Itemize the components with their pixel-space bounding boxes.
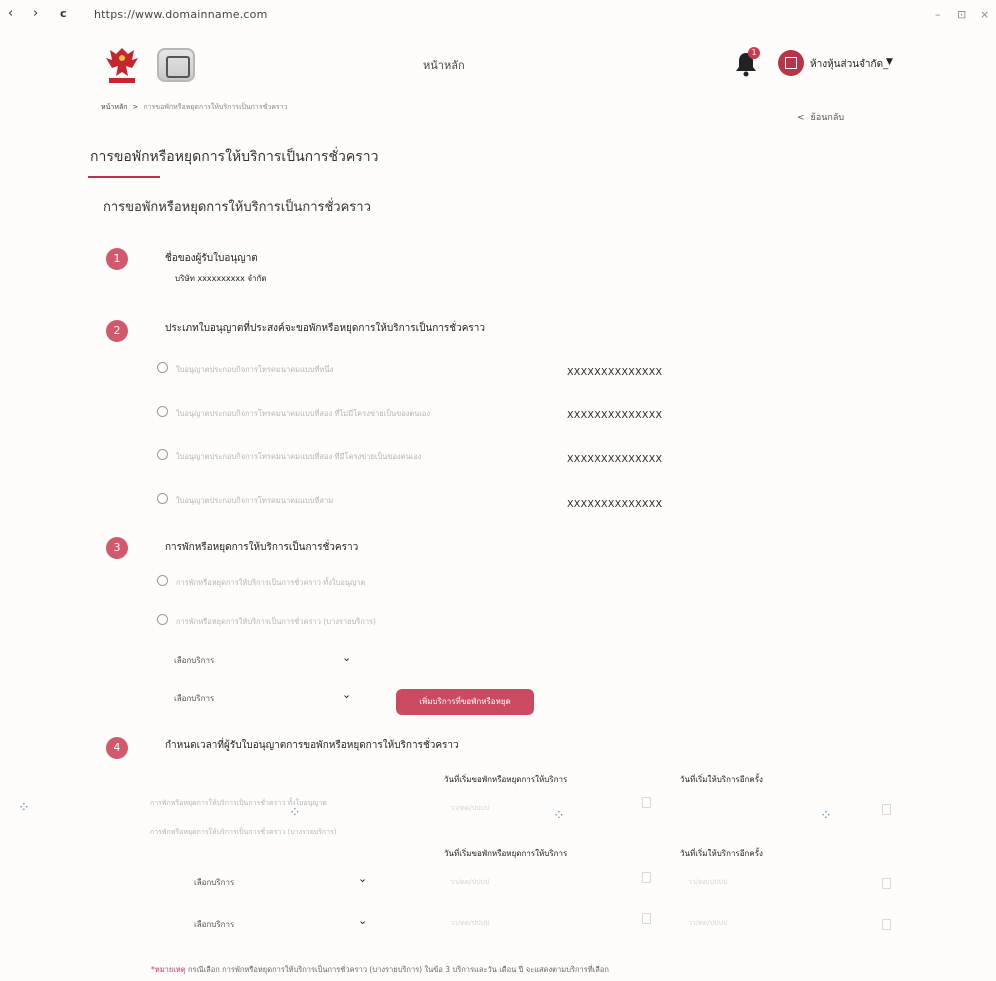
step-1-title: ชื่อของผู้รับใบอนุญาต [165,253,258,264]
license-type-3-code: XXXXXXXXXXXXXX [567,454,663,465]
browser-forward-button[interactable]: › [33,6,38,21]
close-window-button[interactable]: × [980,8,989,21]
resume-date-header: วันที่เริ่มให้บริการอีกครั้ง [680,775,763,784]
notification-badge: 1 [748,47,760,59]
suspend-whole-license-radio[interactable] [157,575,168,586]
breadcrumb-current: การขอพักหรือหยุดการให้บริการเป็นการชั่วค… [143,103,288,111]
license-type-2-code: XXXXXXXXXXXXXX [567,410,663,421]
service-select-3[interactable]: เลือกบริการ [194,876,234,889]
suspend-some-services-label: การพักหรือหยุดการให้บริการเป็นการชั่วครา… [176,617,376,626]
resume-date-input-2[interactable]: วว/ดด/ปปปป [688,877,727,888]
license-type-2-label: ใบอนุญาตประกอบกิจการโทรคมนาคมแบบที่สอง ท… [176,409,431,418]
back-link[interactable]: < ย้อนกลับ [797,110,844,124]
step-3-badge: 3 [106,537,128,559]
license-type-2-radio[interactable] [157,406,168,417]
resume-date-header: วันที่เริ่มให้บริการอีกครั้ง [680,849,763,858]
license-type-3-label: ใบอนุญาตประกอบกิจการโทรคมนาคมแบบที่สอง ท… [176,452,422,461]
footnote-marker: *หมายเหตุ [151,965,186,974]
license-type-4-code: XXXXXXXXXXXXXX [567,499,663,510]
add-service-button[interactable]: เพิ่มบริการที่ขอพักหรือหยุด [396,689,534,715]
step-4-title: กำหนดเวลาที่ผู้รับใบอนุญาตการขอพักหรือหย… [165,740,459,751]
service-select-2[interactable]: เลือกบริการ [174,692,214,705]
step-2-title: ประเภทใบอนุญาตที่ประสงค์จะขอพักหรือหยุดก… [165,323,485,334]
calendar-icon[interactable] [882,878,891,889]
breadcrumb-separator: > [132,103,139,111]
start-date-header: วันที่เริ่มขอพักหรือหยุดการให้บริการ [444,775,568,784]
browser-back-button[interactable]: ‹ [8,6,13,21]
start-date-header: วันที่เริ่มขอพักหรือหยุดการให้บริการ [444,849,568,858]
chevron-left-icon: < [797,113,805,123]
loading-icon: ⁘ [820,808,832,824]
start-date-input-1[interactable]: วว/ดด/ปปปป [450,803,489,814]
resume-date-input-3[interactable]: วว/ดด/ปปปป [688,918,727,929]
step-4-badge: 4 [106,737,128,759]
chevron-down-icon[interactable]: ⌄ [358,914,367,927]
license-type-1-radio[interactable] [157,362,168,373]
calendar-icon[interactable] [882,919,891,930]
title-underline [88,176,160,178]
page-title: การขอพักหรือหยุดการให้บริการเป็นการชั่วค… [90,149,379,165]
browser-reload-button[interactable]: c [60,7,67,20]
service-select-4[interactable]: เลือกบริการ [194,918,234,931]
maximize-button[interactable]: ⊡ [957,8,966,21]
section-title: การขอพักหรือหยุดการให้บริการเป็นการชั่วค… [103,200,371,215]
garuda-emblem-logo [106,48,138,83]
minimize-button[interactable]: – [935,8,941,21]
license-type-1-code: XXXXXXXXXXXXXX [567,367,663,378]
back-label: ย้อนกลับ [810,113,845,123]
start-date-input-2[interactable]: วว/ดด/ปปปป [450,877,489,888]
license-type-4-label: ใบอนุญาตประกอบกิจการโทรคมนาคมแบบที่สาม [176,496,334,505]
calendar-icon[interactable] [882,804,891,815]
licensee-name-value: บริษัท xxxxxxxxxx จำกัด [175,274,267,283]
calendar-icon[interactable] [642,913,651,924]
chevron-down-icon[interactable]: ⌄ [358,872,367,885]
chevron-down-icon[interactable]: ⌄ [342,651,351,664]
start-date-input-3[interactable]: วว/ดด/ปปปป [450,918,489,929]
service-select-1[interactable]: เลือกบริการ [174,654,214,667]
license-type-1-label: ใบอนุญาตประกอบกิจการโทรคมนาคมแบบที่หนึ่ง [176,365,334,374]
calendar-icon[interactable] [642,797,651,808]
agency-logo [157,48,195,82]
caret-down-icon[interactable]: ▼ [886,57,893,67]
chevron-down-icon[interactable]: ⌄ [342,688,351,701]
license-type-3-radio[interactable] [157,449,168,460]
loading-icon: ⁘ [553,808,565,824]
footnote-text: กรณีเลือก การพักหรือหยุดการให้บริการเป็น… [185,965,609,974]
license-type-4-radio[interactable] [157,493,168,504]
breadcrumb: หน้าหลัก > การขอพักหรือหยุดการให้บริการเป็… [101,102,288,113]
suspend-some-services-radio[interactable] [157,614,168,625]
step-3-title: การพักหรือหยุดการให้บริการเป็นการชั่วครา… [165,542,359,553]
partial-services-row-label: การพักหรือหยุดการให้บริการเป็นการชั่วครา… [150,828,337,836]
breadcrumb-home[interactable]: หน้าหลัก [101,103,127,111]
calendar-icon[interactable] [642,872,651,883]
avatar[interactable] [778,50,804,76]
building-icon [785,57,797,69]
suspend-whole-license-label: การพักหรือหยุดการให้บริการเป็นการชั่วครา… [176,578,366,587]
footnote: *หมายเหตุ กรณีเลือก การพักหรือหยุดการให้… [151,964,609,976]
address-bar[interactable]: https://www.domainname.com [94,8,268,21]
step-2-badge: 2 [106,320,128,342]
company-name[interactable]: ห้างหุ้นส่วนจำกัด_ [810,57,888,72]
step-1-badge: 1 [106,248,128,270]
loading-icon: ⁘ [18,800,30,816]
loading-icon: ⁘ [289,805,301,821]
home-link[interactable]: หน้าหลัก [423,56,465,74]
